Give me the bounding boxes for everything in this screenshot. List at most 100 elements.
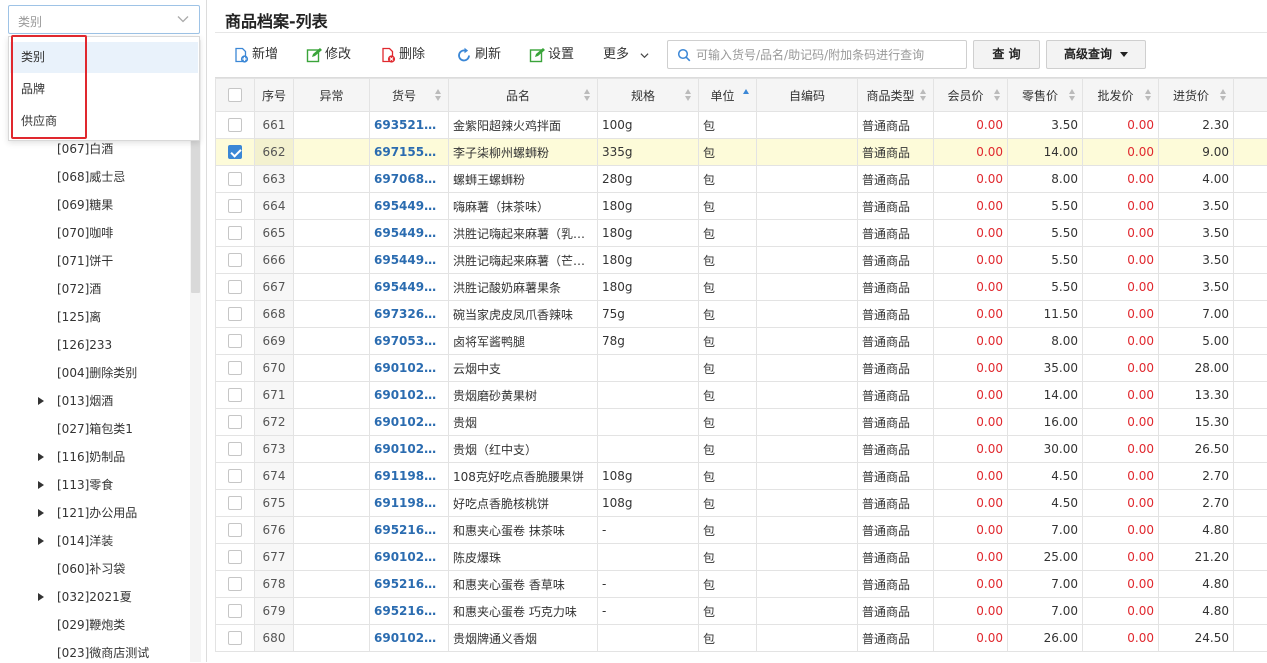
row-checkbox[interactable] <box>228 496 242 510</box>
sort-icon[interactable] <box>584 89 591 102</box>
row-select-cell[interactable] <box>216 301 255 328</box>
row-select-cell[interactable] <box>216 544 255 571</box>
row-select-cell[interactable] <box>216 409 255 436</box>
col-header-spec[interactable]: 规格 <box>598 79 699 112</box>
row-checkbox[interactable] <box>228 388 242 402</box>
row-checkbox[interactable] <box>228 253 242 267</box>
col-header-code[interactable]: 货号 <box>370 79 449 112</box>
sort-icon[interactable] <box>994 89 1001 102</box>
product-code-cell[interactable]: 6911988009784 <box>370 490 449 517</box>
more-menu-button[interactable]: 更多 <box>603 42 653 68</box>
row-select-cell[interactable] <box>216 193 255 220</box>
row-checkbox[interactable] <box>228 307 242 321</box>
row-select-cell[interactable] <box>216 436 255 463</box>
product-code-cell[interactable]: 6911988009777 <box>370 463 449 490</box>
product-code-cell[interactable]: 6973264031339 <box>370 301 449 328</box>
search-input[interactable] <box>694 45 962 65</box>
advanced-query-button[interactable]: 高级查询 <box>1046 40 1146 69</box>
row-checkbox[interactable] <box>228 199 242 213</box>
tree-node[interactable]: [116]奶制品 <box>0 447 185 467</box>
table-row[interactable]: 6786952167400145和惠夹心蛋卷 香草味-包普通商品0.007.00… <box>216 571 1267 598</box>
tree-node[interactable]: [121]办公用品 <box>0 503 185 523</box>
table-row[interactable]: 6696970534795014卤将军酱鸭腿78g包普通商品0.008.000.… <box>216 328 1267 355</box>
expand-arrow-icon[interactable] <box>38 397 44 405</box>
edit-button[interactable]: 修改 <box>306 42 358 68</box>
col-header-name[interactable]: 品名 <box>449 79 598 112</box>
row-select-cell[interactable] <box>216 625 255 652</box>
product-code-cell[interactable]: 6954491300726 <box>370 274 449 301</box>
table-row[interactable]: 6746911988009777108克好吃点香脆腰果饼108g包普通商品0.0… <box>216 463 1267 490</box>
table-row[interactable]: 6616935213010048金紫阳超辣火鸡拌面100g包普通商品0.003.… <box>216 112 1267 139</box>
search-box[interactable] <box>667 40 967 69</box>
settings-button[interactable]: 设置 <box>529 42 581 68</box>
product-code-cell[interactable]: 6952167400145 <box>370 571 449 598</box>
row-checkbox[interactable] <box>228 280 242 294</box>
tree-node[interactable]: [068]威士忌 <box>0 167 185 187</box>
row-checkbox[interactable] <box>228 415 242 429</box>
tree-node[interactable]: [004]删除类别 <box>0 363 185 383</box>
row-checkbox[interactable] <box>228 361 242 375</box>
row-checkbox[interactable] <box>228 469 242 483</box>
product-code-cell[interactable]: 6952167400169 <box>370 598 449 625</box>
table-row[interactable]: 6686973264031339碗当家虎皮凤爪香辣味75g包普通商品0.0011… <box>216 301 1267 328</box>
tree-node[interactable]: [126]233 <box>0 335 185 355</box>
row-select-cell[interactable] <box>216 490 255 517</box>
expand-arrow-icon[interactable] <box>38 453 44 461</box>
row-checkbox[interactable] <box>228 442 242 456</box>
row-select-cell[interactable] <box>216 139 255 166</box>
table-row[interactable]: 6806901028039826贵烟牌通义香烟包普通商品0.0026.000.0… <box>216 625 1267 652</box>
tree-node[interactable]: [069]糖果 <box>0 195 185 215</box>
table-row[interactable]: 6676954491300726洪胜记酸奶麻薯果条180g包普通商品0.005.… <box>216 274 1267 301</box>
tree-node[interactable]: [014]洋装 <box>0 531 185 551</box>
table-row[interactable]: 6776901028221443陈皮爆珠包普通商品0.0025.000.0021… <box>216 544 1267 571</box>
row-checkbox[interactable] <box>228 118 242 132</box>
delete-button[interactable]: 删除 <box>380 42 432 68</box>
table-row[interactable]: 6726901028037051贵烟包普通商品0.0016.000.0015.3… <box>216 409 1267 436</box>
row-select-cell[interactable] <box>216 247 255 274</box>
product-code-cell[interactable]: 6954491300184 <box>370 193 449 220</box>
table-row[interactable]: 6646954491300184嗨麻薯（抹茶味）180g包普通商品0.005.5… <box>216 193 1267 220</box>
expand-arrow-icon[interactable] <box>38 593 44 601</box>
tree-node[interactable]: [029]鞭炮类 <box>0 615 185 635</box>
table-row[interactable]: 6766952167400152和惠夹心蛋卷 抹茶味-包普通商品0.007.00… <box>216 517 1267 544</box>
table-row[interactable]: 6716901028039741贵烟磨砂黄果树包普通商品0.0014.000.0… <box>216 382 1267 409</box>
tree-node[interactable]: [113]零食 <box>0 475 185 495</box>
row-select-cell[interactable] <box>216 517 255 544</box>
row-checkbox[interactable] <box>228 631 242 645</box>
expand-arrow-icon[interactable] <box>38 481 44 489</box>
row-select-cell[interactable] <box>216 220 255 247</box>
product-code-cell[interactable]: 6970534795014 <box>370 328 449 355</box>
tree-node[interactable]: [072]酒 <box>0 279 185 299</box>
row-checkbox[interactable] <box>228 604 242 618</box>
col-header-member-price[interactable]: 会员价 <box>934 79 1008 112</box>
sort-icon[interactable] <box>1220 89 1227 102</box>
row-checkbox[interactable] <box>228 172 242 186</box>
row-checkbox[interactable] <box>228 577 242 591</box>
product-code-cell[interactable]: 6901028039826 <box>370 625 449 652</box>
row-select-cell[interactable] <box>216 382 255 409</box>
tree-node[interactable]: [027]箱包类1 <box>0 419 185 439</box>
category-type-select[interactable]: 类别 <box>8 5 200 34</box>
row-select-cell[interactable] <box>216 274 255 301</box>
product-code-cell[interactable]: 6901028102087 <box>370 436 449 463</box>
sort-icon[interactable] <box>1069 89 1076 102</box>
product-code-cell[interactable]: 6954491300030 <box>370 220 449 247</box>
sort-icon[interactable] <box>920 89 927 102</box>
col-header-unit[interactable]: 单位 <box>699 79 757 112</box>
table-row[interactable]: 6706901028340663云烟中支包普通商品0.0035.000.0028… <box>216 355 1267 382</box>
table-row[interactable]: 6756911988009784好吃点香脆核桃饼108g包普通商品0.004.5… <box>216 490 1267 517</box>
table-row[interactable]: 6636970687280160螺蛳王螺蛳粉280g包普通商品0.008.000… <box>216 166 1267 193</box>
select-all-checkbox[interactable] <box>228 88 242 102</box>
product-code-cell[interactable]: 6901028037051 <box>370 409 449 436</box>
table-row[interactable]: 6656954491300030洪胜记嗨起来麻薯（乳酸菌味）180g包普通商品0… <box>216 220 1267 247</box>
row-checkbox[interactable] <box>228 334 242 348</box>
row-select-cell[interactable] <box>216 112 255 139</box>
add-button[interactable]: 新增 <box>233 42 285 68</box>
row-select-cell[interactable] <box>216 166 255 193</box>
refresh-button[interactable]: 刷新 <box>456 42 508 68</box>
product-code-cell[interactable]: 6901028340663 <box>370 355 449 382</box>
tree-node[interactable]: [013]烟酒 <box>0 391 185 411</box>
col-header-retail-price[interactable]: 零售价 <box>1008 79 1083 112</box>
table-row[interactable]: 6626971558610017李子柒柳州螺蛳粉335g包普通商品0.0014.… <box>216 139 1267 166</box>
sort-icon[interactable] <box>685 89 692 102</box>
